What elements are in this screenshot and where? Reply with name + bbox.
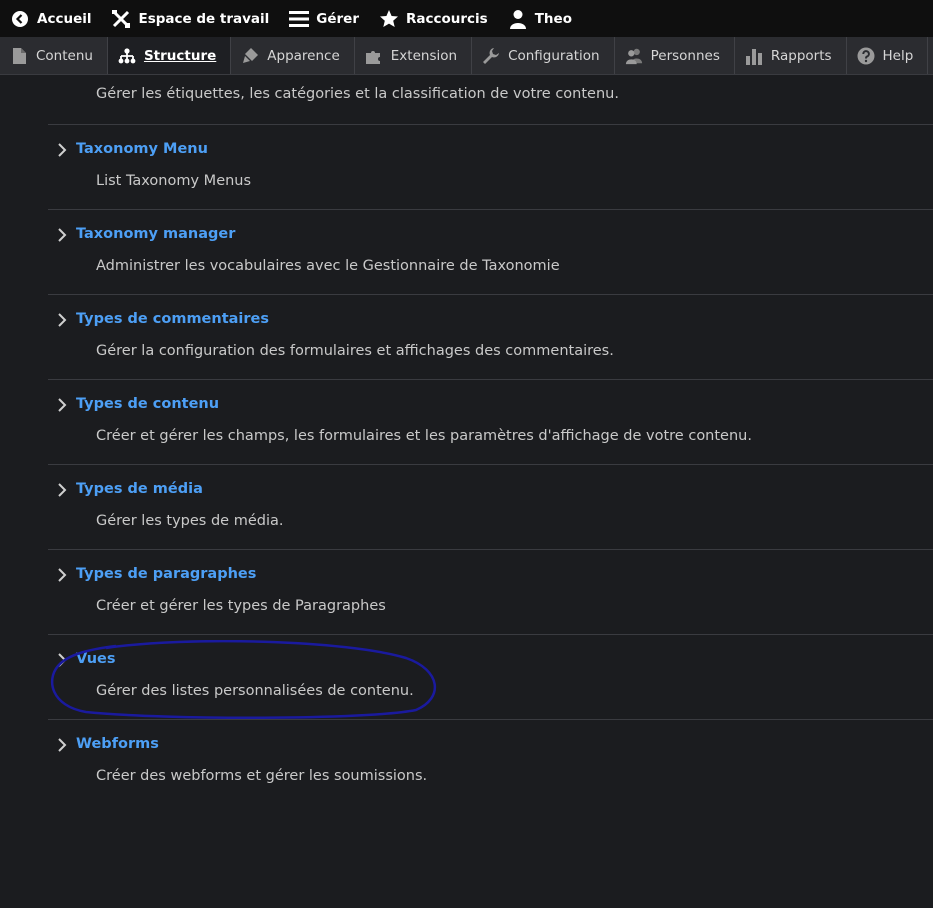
shortcuts-link[interactable]: Raccourcis	[369, 0, 498, 37]
entry-description: Gérer la configuration des formulaires e…	[96, 343, 614, 359]
entry-title[interactable]: Types de contenu	[76, 396, 219, 412]
tab-label: Structure	[143, 47, 217, 64]
entry-title[interactable]: Taxonomy manager	[76, 226, 235, 242]
shortcuts-label: Raccourcis	[406, 10, 488, 27]
entry-title[interactable]: Types de paragraphes	[76, 566, 256, 582]
sitemap-icon	[118, 47, 136, 65]
entry-description: Créer et gérer les champs, les formulair…	[96, 428, 752, 444]
entry-link[interactable]: Types de média	[58, 481, 203, 497]
chevron-right-icon	[58, 653, 67, 667]
chevron-right-icon	[58, 568, 67, 582]
chevron-right-icon	[58, 143, 67, 157]
tab-structure[interactable]: Structure	[107, 37, 232, 74]
tab-label: Extension	[390, 47, 458, 64]
entry-description: Gérer des listes personnalisées de conte…	[96, 683, 414, 699]
tab-personnes[interactable]: Personnes	[615, 37, 735, 74]
paintbrush-icon	[241, 47, 259, 65]
tab-label: Personnes	[650, 47, 720, 64]
bar-chart-icon	[745, 47, 763, 65]
entry-link[interactable]: Taxonomy Menu	[58, 141, 208, 157]
manage-link[interactable]: Gérer	[279, 0, 369, 37]
entry-title[interactable]: Webforms	[76, 736, 159, 752]
list-item: Types de contenu Créer et gérer les cham…	[48, 380, 933, 465]
workspace-link[interactable]: Espace de travail	[101, 0, 279, 37]
tab-help[interactable]: Help	[847, 37, 929, 74]
tab-label: Apparence	[267, 47, 340, 64]
chevron-right-icon	[58, 483, 67, 497]
admin-toolbar: Accueil Espace de travail Gérer Raccourc…	[0, 0, 933, 37]
entry-title[interactable]: Vues	[76, 651, 116, 667]
list-item: Webforms Créer des webforms et gérer les…	[48, 720, 933, 805]
entry-link[interactable]: Types de contenu	[58, 396, 219, 412]
list-item: Types de paragraphes Créer et gérer les …	[48, 550, 933, 635]
taxonomy-description: Gérer les étiquettes, les catégories et …	[96, 86, 619, 102]
tab-label: Configuration	[508, 47, 600, 64]
admin-tray: Contenu Structure Apparence Extension Co…	[0, 37, 933, 75]
entry-link[interactable]: Types de paragraphes	[58, 566, 256, 582]
entry-description: Gérer les types de média.	[96, 513, 284, 529]
chevron-right-icon	[58, 738, 67, 752]
home-link[interactable]: Accueil	[0, 0, 101, 37]
entry-title[interactable]: Taxonomy Menu	[76, 141, 208, 157]
chevron-left-circle-icon	[10, 9, 30, 29]
entry-description: Administrer les vocabulaires avec le Ges…	[96, 258, 560, 274]
list-item: Vues Gérer des listes personnalisées de …	[48, 635, 933, 720]
chevron-right-icon	[58, 228, 67, 242]
chevron-right-icon	[58, 313, 67, 327]
list-item: Taxonomy Menu List Taxonomy Menus	[48, 125, 933, 210]
list-item: Types de commentaires Gérer la configura…	[48, 295, 933, 380]
entry-description: List Taxonomy Menus	[96, 173, 252, 189]
entry-link[interactable]: Webforms	[58, 736, 159, 752]
entry-link[interactable]: Taxonomy manager	[58, 226, 235, 242]
home-label: Accueil	[37, 10, 92, 27]
puzzle-icon	[365, 47, 383, 65]
tab-label: Rapports	[770, 47, 832, 64]
entry-title[interactable]: Types de média	[76, 481, 203, 497]
workspace-label: Espace de travail	[138, 10, 270, 27]
entry-link[interactable]: Types de commentaires	[58, 311, 269, 327]
user-label: Theo	[534, 10, 572, 27]
tab-label: Help	[882, 47, 914, 64]
star-icon	[379, 9, 399, 29]
wrench-icon	[482, 47, 500, 65]
entry-description: Créer des webforms et gérer les soumissi…	[96, 768, 428, 784]
tab-rapports[interactable]: Rapports	[735, 37, 847, 74]
manage-label: Gérer	[316, 10, 359, 27]
hamburger-icon	[289, 9, 310, 29]
chevron-right-icon	[58, 398, 67, 412]
list-item: Types de média Gérer les types de média.	[48, 465, 933, 550]
list-item: Taxonomy manager Administrer les vocabul…	[48, 210, 933, 295]
entry-link[interactable]: Vues	[58, 651, 116, 667]
entry-description: Créer et gérer les types de Paragraphes	[96, 598, 386, 614]
tab-configuration[interactable]: Configuration	[472, 37, 615, 74]
tab-apparence[interactable]: Apparence	[231, 37, 355, 74]
help-icon	[857, 47, 875, 65]
tab-extension[interactable]: Extension	[355, 37, 473, 74]
tab-label: Contenu	[36, 47, 93, 64]
tab-contenu[interactable]: Contenu	[0, 37, 108, 74]
file-icon	[10, 47, 28, 65]
user-icon	[508, 9, 528, 29]
user-link[interactable]: Theo	[498, 0, 582, 37]
tools-icon	[111, 9, 131, 29]
people-icon	[625, 47, 643, 65]
entry-title[interactable]: Types de commentaires	[76, 311, 269, 327]
